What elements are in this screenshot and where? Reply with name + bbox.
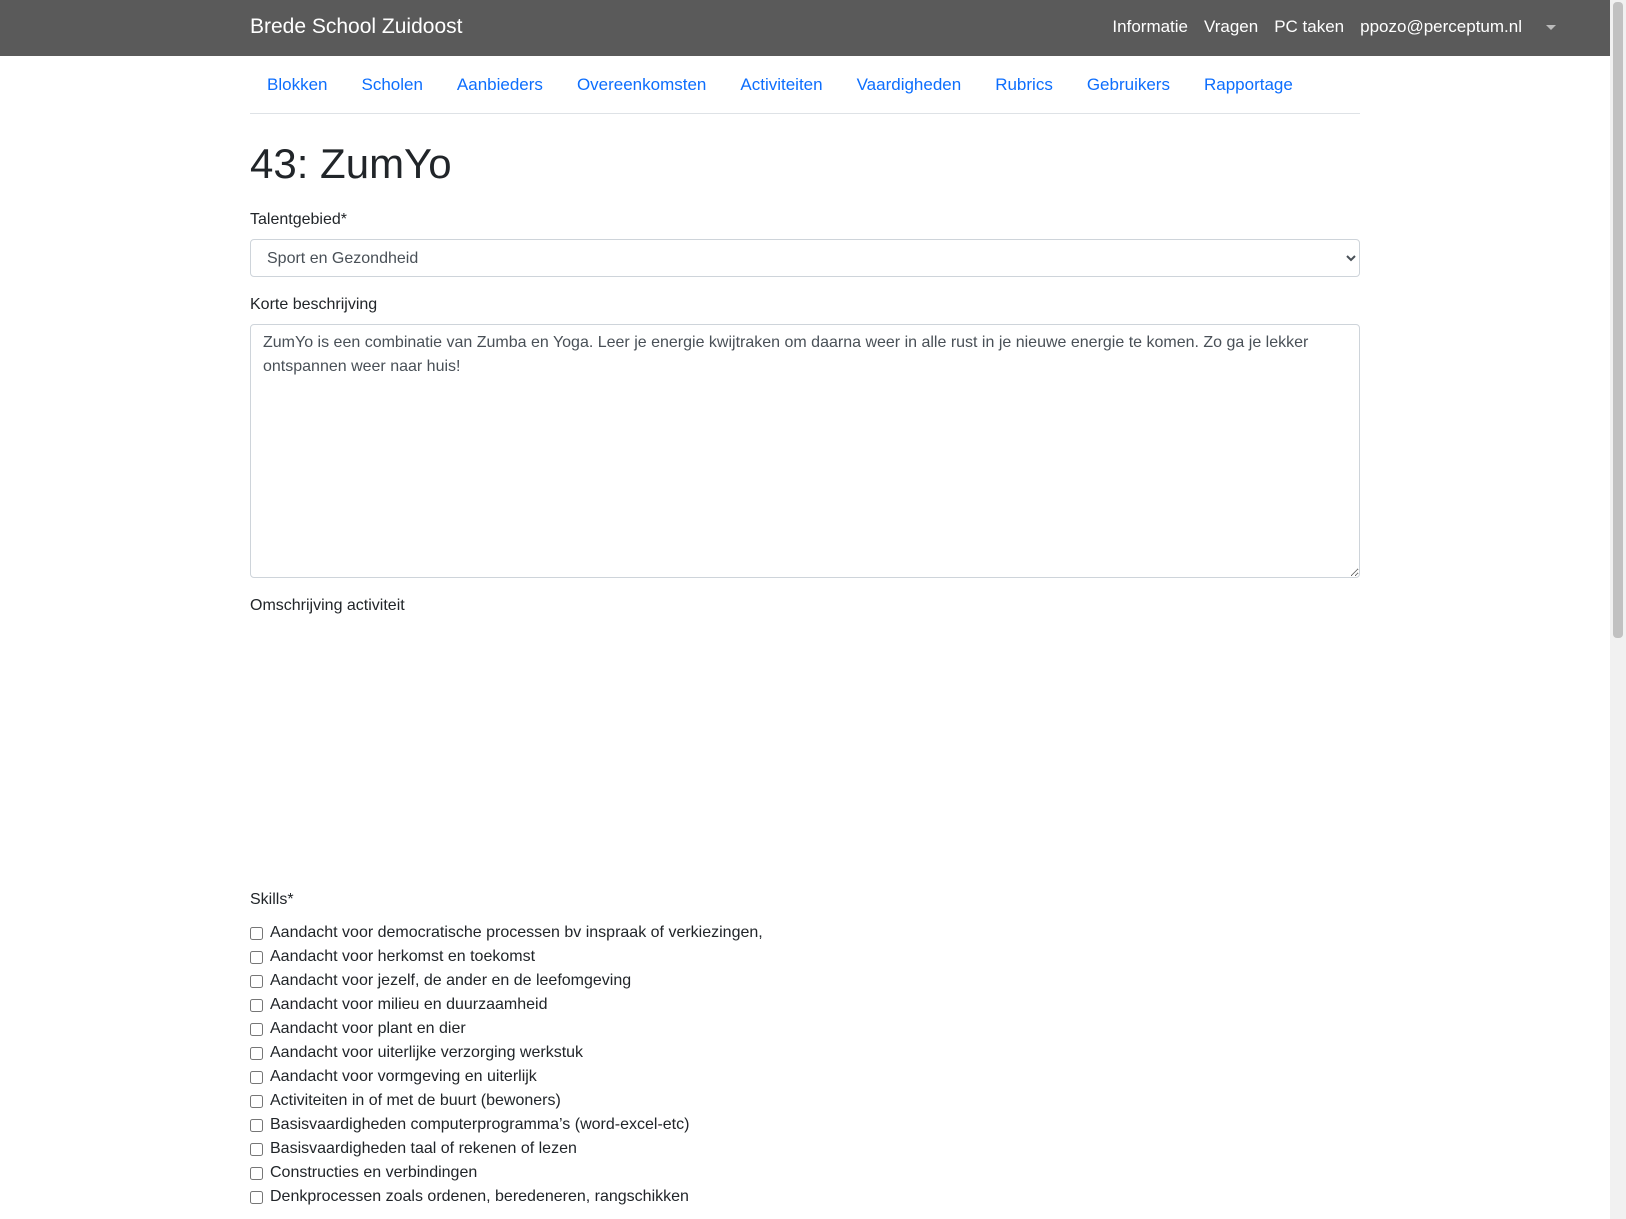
skill-label[interactable]: Aandacht voor uiterlijke verzorging werk… xyxy=(270,1044,583,1062)
skill-label[interactable]: Aandacht voor jezelf, de ander en de lee… xyxy=(270,972,631,990)
omschrijving-editor[interactable] xyxy=(250,615,1360,891)
skill-item: Basisvaardigheden computerprogramma’s (w… xyxy=(250,1113,1360,1137)
nav-informatie[interactable]: Informatie xyxy=(1112,17,1188,37)
skill-item: Aandacht voor jezelf, de ander en de lee… xyxy=(250,969,1360,993)
skill-item: Aandacht voor democratische processen bv… xyxy=(250,921,1360,945)
skill-label[interactable]: Activiteiten in of met de buurt (bewoner… xyxy=(270,1092,561,1110)
skill-label[interactable]: Basisvaardigheden computerprogramma’s (w… xyxy=(270,1116,689,1134)
skill-checkbox[interactable] xyxy=(250,926,263,940)
scrollbar-thumb[interactable] xyxy=(1613,2,1623,638)
skill-label[interactable]: Basisvaardigheden taal of rekenen of lez… xyxy=(270,1140,577,1158)
skill-label[interactable]: Aandacht voor herkomst en toekomst xyxy=(270,948,535,966)
skill-checkbox[interactable] xyxy=(250,1190,263,1204)
skill-checkbox[interactable] xyxy=(250,1142,263,1156)
skill-item: Denkprocessen zoals ordenen, beredeneren… xyxy=(250,1185,1360,1209)
skill-checkbox[interactable] xyxy=(250,974,263,988)
skill-checkbox[interactable] xyxy=(250,1070,263,1084)
nav-vragen[interactable]: Vragen xyxy=(1204,17,1258,37)
talentgebied-label: Talentgebied* xyxy=(250,211,347,229)
page-scrollbar[interactable] xyxy=(1610,0,1626,1219)
skill-checkbox[interactable] xyxy=(250,1022,263,1036)
skill-label[interactable]: Aandacht voor plant en dier xyxy=(270,1020,466,1038)
tab-aanbieders[interactable]: Aanbieders xyxy=(440,75,560,95)
skill-label[interactable]: Aandacht voor democratische processen bv… xyxy=(270,924,763,942)
nav-pc-taken[interactable]: PC taken xyxy=(1274,17,1344,37)
tab-rapportage[interactable]: Rapportage xyxy=(1187,75,1310,95)
skill-item: Aandacht voor vormgeving en uiterlijk xyxy=(250,1065,1360,1089)
skill-item: Aandacht voor plant en dier xyxy=(250,1017,1360,1041)
tab-scholen[interactable]: Scholen xyxy=(344,75,439,95)
skill-item: Constructies en verbindingen xyxy=(250,1161,1360,1185)
tab-rubrics[interactable]: Rubrics xyxy=(978,75,1070,95)
korte-beschrijving-textarea[interactable]: ZumYo is een combinatie van Zumba en Yog… xyxy=(250,324,1360,579)
tab-blokken[interactable]: Blokken xyxy=(250,75,344,95)
skill-checkbox[interactable] xyxy=(250,1094,263,1108)
skill-checkbox[interactable] xyxy=(250,998,263,1012)
skill-checkbox[interactable] xyxy=(250,1046,263,1060)
korte-beschrijving-label: Korte beschrijving xyxy=(250,296,378,314)
skills-label: Skills* xyxy=(250,891,294,909)
omschrijving-label: Omschrijving activiteit xyxy=(250,597,405,615)
skill-item: Activiteiten in of met de buurt (bewoner… xyxy=(250,1089,1360,1113)
dropdown-caret-icon[interactable] xyxy=(1546,24,1556,30)
skill-checkbox[interactable] xyxy=(250,1166,263,1180)
skill-label[interactable]: Constructies en verbindingen xyxy=(270,1164,477,1182)
section-nav: Blokken Scholen Aanbieders Overeenkomste… xyxy=(250,56,1360,114)
skill-label[interactable]: Aandacht voor milieu en duurzaamheid xyxy=(270,996,548,1014)
skill-item: Aandacht voor herkomst en toekomst xyxy=(250,945,1360,969)
skill-label[interactable]: Denkprocessen zoals ordenen, beredeneren… xyxy=(270,1188,689,1206)
brand-link[interactable]: Brede School Zuidoost xyxy=(250,15,462,39)
skill-item: Basisvaardigheden taal of rekenen of lez… xyxy=(250,1137,1360,1161)
page-title: 43: ZumYo xyxy=(250,140,452,187)
main-content: Blokken Scholen Aanbieders Overeenkomste… xyxy=(250,56,1360,1209)
skill-label[interactable]: Aandacht voor vormgeving en uiterlijk xyxy=(270,1068,537,1086)
skill-checkbox[interactable] xyxy=(250,950,263,964)
user-menu[interactable]: ppozo@perceptum.nl xyxy=(1360,17,1522,37)
skills-list: Aandacht voor democratische processen bv… xyxy=(250,921,1360,1209)
tab-gebruikers[interactable]: Gebruikers xyxy=(1070,75,1187,95)
talentgebied-select[interactable]: Sport en Gezondheid xyxy=(250,239,1360,278)
top-navbar: Brede School Zuidoost Informatie Vragen … xyxy=(0,0,1610,56)
tab-activiteiten[interactable]: Activiteiten xyxy=(723,75,839,95)
skill-item: Aandacht voor milieu en duurzaamheid xyxy=(250,993,1360,1017)
skill-item: Aandacht voor uiterlijke verzorging werk… xyxy=(250,1041,1360,1065)
tab-overeenkomsten[interactable]: Overeenkomsten xyxy=(560,75,723,95)
skill-checkbox[interactable] xyxy=(250,1118,263,1132)
tab-vaardigheden[interactable]: Vaardigheden xyxy=(840,75,979,95)
top-nav-links: Informatie Vragen PC taken ppozo@percept… xyxy=(1112,17,1610,37)
